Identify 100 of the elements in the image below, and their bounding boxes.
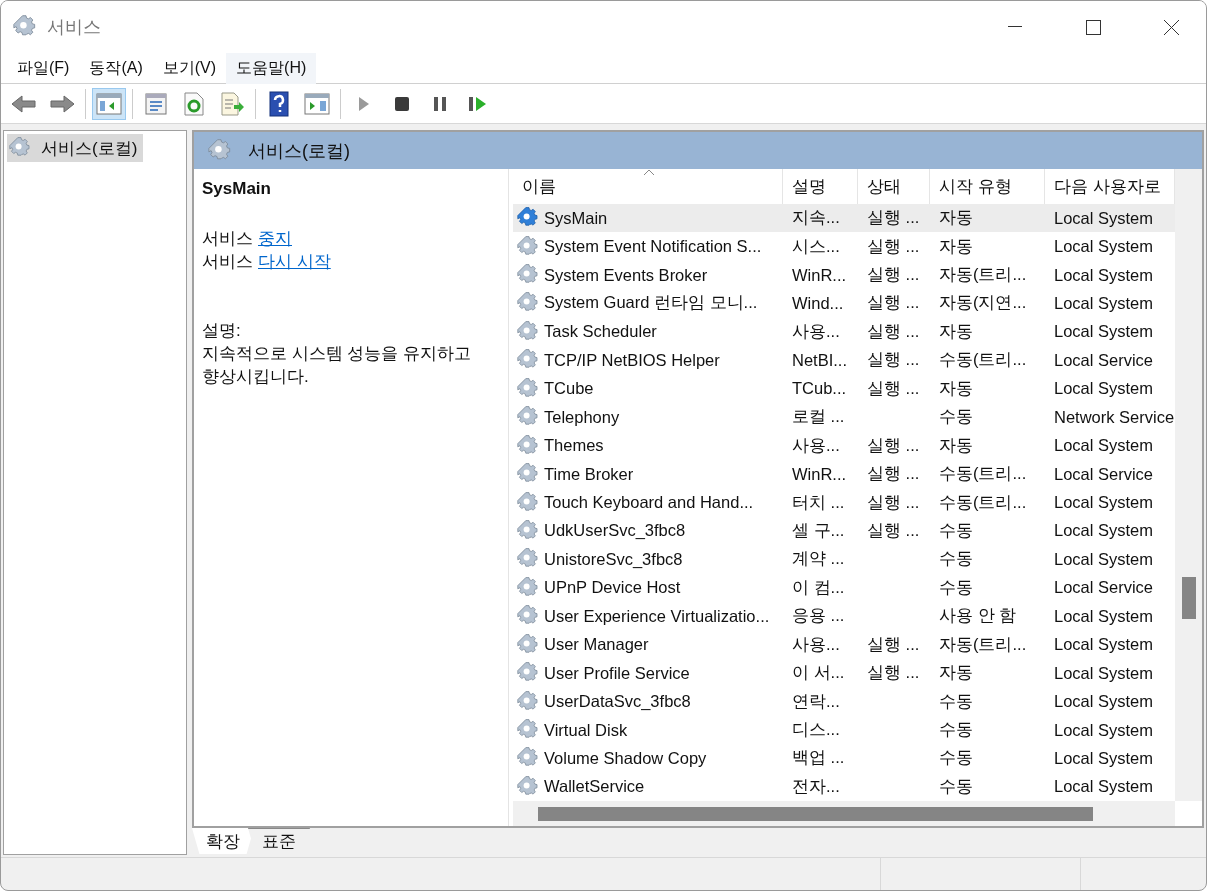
status-cell-text: 실행 ... [866,349,921,371]
column-header[interactable]: 시작 유형 [930,169,1045,204]
help-icon [269,90,289,117]
logon-cell-text: Local System [1053,720,1155,740]
description-cell-text: 이 컴... [791,576,846,598]
console-tree-icon [96,92,122,115]
logon-cell-text: Local System [1053,208,1155,228]
startup-type-cell-text: 자동 [938,235,974,257]
minimize-icon [1008,26,1022,28]
service-row[interactable]: UnistoreSvc_3fbc8 계약 ... 수동 Local System [513,545,1175,574]
service-row[interactable]: SysMain 지속... 실행 ... 자동 Local System [513,203,1175,233]
startup-type-cell-text: 수동 [938,548,974,570]
menu-item[interactable]: 도움말(H) [226,52,317,84]
service-row[interactable]: Time Broker WinR... 실행 ... 수동(트리... Local Service [513,459,1175,489]
status-cell-text: 실행 ... [866,320,921,342]
status-cell-text: 실행 ... [866,519,921,541]
logon-cell-text: Local System [1053,748,1155,768]
service-name: User Manager [544,635,649,655]
service-name: Themes [544,436,604,456]
logon-cell-text: Local Service [1053,464,1155,484]
menu-item[interactable]: 보기(V) [152,52,227,84]
service-row[interactable]: Telephony 로컬 ... 수동 Network Service [513,403,1175,432]
service-row[interactable]: WalletService 전자... 수동 Local System [513,772,1175,802]
description-cell-text: 사용... [791,633,841,655]
service-row[interactable]: UserDataSvc_3fbc8 연락... 수동 Local System [513,687,1175,716]
service-row[interactable]: User Manager 사용... 실행 ... 자동(트리... Local System [513,630,1175,659]
description-cell-text: 디스... [791,719,841,740]
service-name: Touch Keyboard and Hand... [544,493,754,512]
resume-icon [468,95,488,112]
action-label: 서비스 [202,251,253,273]
window-title: 서비스 [47,16,102,39]
service-name: User Experience Virtualizatio... [544,606,770,626]
service-name: UnistoreSvc_3fbc8 [544,549,683,569]
logon-cell-text: Local System [1053,521,1155,541]
column-header[interactable]: 상태 [858,169,930,204]
menu-item[interactable]: 파일(F) [7,52,80,84]
action-link[interactable]: 중지 [258,227,292,250]
service-row[interactable]: Virtual Disk 디스... 수동 Local System [513,715,1175,745]
description-cell-text: NetBI... [791,350,849,370]
startup-type-cell-text: 자동 [938,320,974,342]
startup-type-cell-text: 수동(트리... [938,463,1028,485]
vertical-scrollbar[interactable] [1175,169,1202,801]
status-cell-text: 실행 ... [866,377,921,399]
startup-type-cell-text: 수동 [938,519,974,541]
service-row[interactable]: User Experience Virtualizatio... 응용 ... 사용 안 함 Local System [513,602,1175,631]
service-name: Virtual Disk [544,720,628,740]
description-cell-text: 지속... [791,207,841,229]
startup-type-cell-text: 자동 [938,377,974,399]
service-row[interactable]: Themes 사용... 실행 ... 자동 Local System [513,431,1175,460]
panel-title: 서비스(로컬) [248,139,350,163]
logon-cell-text: Local System [1053,692,1155,712]
service-name: Task Scheduler [544,322,657,342]
logon-cell-text: Local System [1053,549,1155,569]
description-cell-text: Wind... [791,293,845,313]
description-cell-text: 터치 ... [791,491,846,513]
description-cell-text: 사용... [791,320,841,342]
status-cell-text: 실행 ... [866,434,921,456]
startup-type-cell-text: 수동 [938,747,974,769]
startup-type-cell-text: 자동 [938,207,974,229]
column-header[interactable]: 설명 [783,169,858,204]
logon-cell-text: Local System [1053,322,1155,342]
column-header[interactable]: 이름 [513,169,783,204]
close-icon [1163,19,1179,35]
logon-cell-text: Local System [1053,663,1155,683]
service-row[interactable]: System Event Notification S... 시스... 실행 ... 자동 Local System [513,232,1175,261]
startup-type-cell-text: 수동 [938,719,974,740]
logon-cell-text: Local System [1053,265,1155,285]
service-name: TCube [544,379,594,399]
startup-type-cell-text: 자동(지연... [938,292,1028,314]
service-row[interactable]: TCP/IP NetBIOS Helper NetBI... 실행 ... 수동(트리... Local Service [513,346,1175,375]
description-cell-text: TCub... [791,379,848,399]
service-row[interactable]: System Events Broker WinR... 실행 ... 자동(트리... Local System [513,260,1175,290]
status-cell-text: 실행 ... [866,463,921,485]
service-row[interactable]: Volume Shadow Copy 백업 ... 수동 Local System [513,744,1175,773]
service-name: UPnP Device Host [544,578,681,598]
back-arrow-icon [11,93,37,114]
service-row[interactable]: Task Scheduler 사용... 실행 ... 자동 Local System [513,317,1175,347]
service-row[interactable]: UPnP Device Host 이 컴... 수동 Local Service [513,573,1175,603]
description-label: 설명: [202,320,242,342]
service-row[interactable]: User Profile Service 이 서... 실행 ... 자동 Local System [513,658,1175,688]
status-cell-text: 실행 ... [866,662,921,684]
menu-item[interactable]: 동작(A) [79,52,153,84]
description-text: 지속적으로 시스템 성능을 유지하고 향상시킵니다. [202,343,473,388]
service-row[interactable]: System Guard 런타임 모니... Wind... 실행 ... 자동(지연... Local System [513,289,1175,318]
tree-item[interactable]: 서비스(로컬) [7,134,144,162]
horizontal-scrollbar[interactable] [513,801,1175,827]
service-row[interactable]: UdkUserSvc_3fbc8 셀 구... 실행 ... 수동 Local System [513,516,1175,546]
action-label: 서비스 [202,228,253,250]
service-row[interactable]: TCube TCub... 실행 ... 자동 Local System [513,374,1175,403]
description-cell-text: WinR... [791,265,848,285]
logon-cell-text: Local System [1053,237,1155,257]
description-cell-text: 연락... [791,690,841,712]
service-name: User Profile Service [544,663,690,683]
startup-type-cell-text: 자동 [938,662,974,684]
service-row[interactable]: Touch Keyboard and Hand... 터치 ... 실행 ... 수동(트리... Local System [513,488,1175,517]
service-name: System Guard 런타임 모니... [544,292,758,314]
description-cell-text: 백업 ... [791,747,846,769]
description-cell-text: 전자... [791,775,841,797]
logon-cell-text: Local System [1053,635,1155,655]
action-link[interactable]: 다시 시작 [258,250,331,273]
